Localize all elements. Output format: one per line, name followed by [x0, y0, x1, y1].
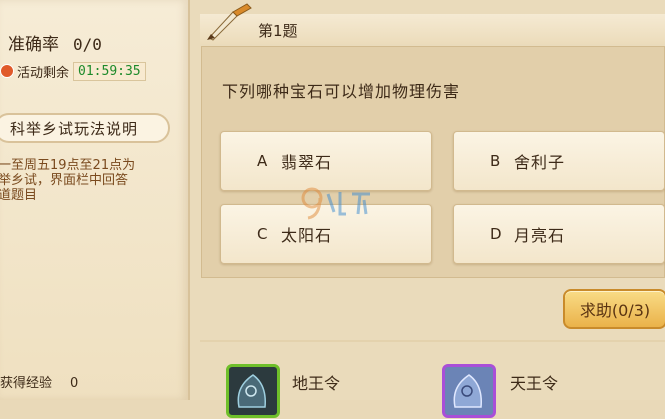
help-button[interactable]: 求助(0/3) [563, 289, 665, 329]
clock-icon [0, 64, 14, 78]
activity-timer: 活动剩余 01:59:35 [0, 60, 146, 82]
option-text: 翡翠石 [281, 153, 333, 172]
accuracy-row: 准确率 0/0 [8, 30, 102, 55]
question-number: 第1题 [258, 22, 298, 40]
accuracy-label: 准确率 [8, 35, 59, 55]
rules-description: 一至周五19点至21点为 举乡试，界面栏中回答 道题目 [0, 158, 168, 203]
timer-value: 01:59:35 [73, 61, 146, 81]
option-letter: D [490, 225, 502, 243]
exp-value: 0 [70, 376, 79, 391]
exp-label: 获得经验 [0, 376, 53, 391]
option-b-button[interactable]: B 舍利子 [453, 131, 665, 191]
watermark-logo-icon [301, 187, 370, 220]
exp-row: 获得经验 0 [0, 372, 78, 391]
question-text: 下列哪种宝石可以增加物理伤害 [222, 82, 461, 101]
option-letter: A [257, 152, 268, 170]
purple-token-icon[interactable] [442, 364, 496, 418]
option-letter: C [257, 225, 268, 243]
option-text: 舍利子 [514, 153, 566, 172]
token-emblem-icon [453, 374, 482, 408]
rules-line: 举乡试，界面栏中回答 [0, 173, 129, 188]
accuracy-value: 0/0 [73, 35, 102, 54]
rules-line: 道题目 [0, 188, 38, 203]
option-text: 太阳石 [281, 226, 333, 245]
brush-icon [207, 3, 252, 41]
option-letter: B [490, 152, 501, 170]
reward-name: 地王令 [292, 374, 341, 393]
green-token-icon[interactable] [226, 364, 280, 418]
reward-name: 天王令 [510, 374, 559, 393]
token-emblem-icon [237, 374, 266, 408]
option-d-button[interactable]: D 月亮石 [453, 204, 665, 264]
howto-button[interactable]: 科举乡试玩法说明 [0, 113, 170, 143]
divider [200, 340, 665, 342]
rules-line: 一至周五19点至21点为 [0, 158, 136, 173]
option-text: 月亮石 [514, 226, 566, 245]
timer-label: 活动剩余 [17, 65, 70, 81]
